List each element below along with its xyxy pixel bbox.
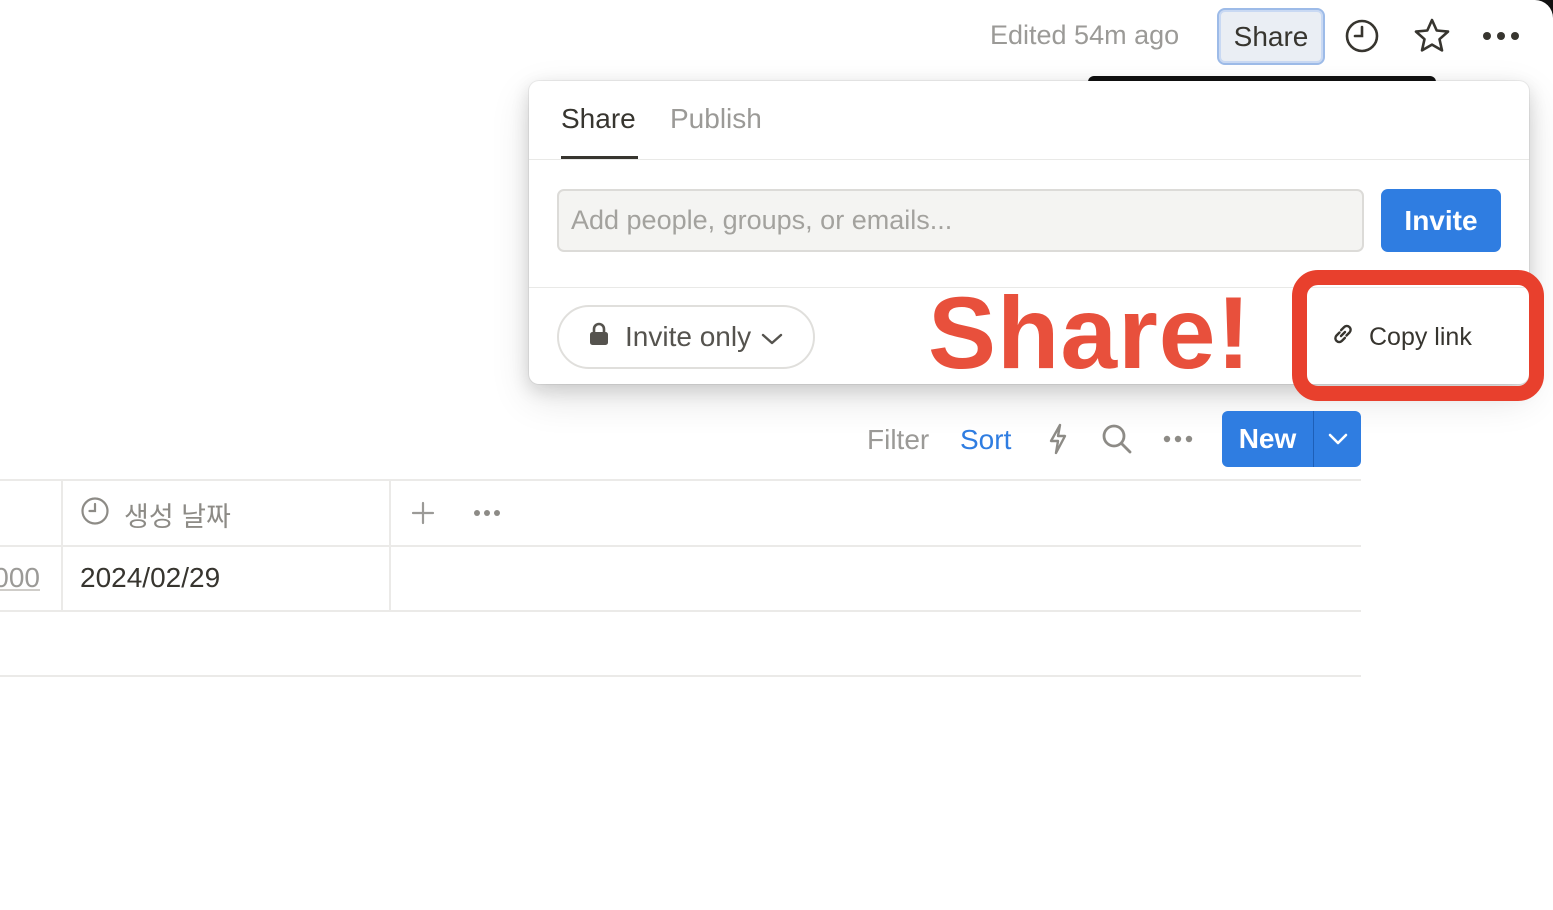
tab-publish[interactable]: Publish <box>670 103 762 135</box>
clock-icon <box>80 496 110 533</box>
tab-share[interactable]: Share <box>561 103 636 135</box>
new-button[interactable]: New <box>1222 411 1313 467</box>
table-row-border <box>0 675 1361 677</box>
filter-button[interactable]: Filter <box>867 424 929 456</box>
annotation-callout-text: Share! <box>928 276 1252 390</box>
table-cell-created-date[interactable]: 2024/02/29 <box>80 562 220 594</box>
chevron-down-icon[interactable] <box>1314 411 1361 467</box>
tabs-divider <box>529 159 1529 160</box>
invite-input[interactable] <box>557 189 1364 252</box>
new-button-group: New <box>1222 411 1361 467</box>
add-column-icon[interactable] <box>408 497 438 529</box>
access-level-label: Invite only <box>625 321 752 352</box>
share-button[interactable]: Share <box>1217 8 1325 65</box>
star-icon[interactable] <box>1413 17 1451 55</box>
search-icon[interactable] <box>1101 422 1133 456</box>
column-header-created-date[interactable]: 생성 날짜 <box>80 496 231 533</box>
lightning-icon[interactable] <box>1042 422 1074 456</box>
sort-button[interactable]: Sort <box>960 424 1011 456</box>
more-icon[interactable] <box>1482 17 1520 55</box>
column-header-label: 생성 날짜 <box>124 501 231 532</box>
history-icon[interactable] <box>1343 17 1381 55</box>
lock-icon <box>589 321 609 353</box>
column-divider <box>389 480 391 611</box>
table-header-border <box>0 545 1361 547</box>
annotation-highlight-box <box>1292 270 1544 401</box>
table-row-border <box>0 610 1361 612</box>
access-level-select[interactable]: Invite only <box>557 305 815 369</box>
more-icon[interactable] <box>472 503 502 523</box>
table-cell-partial[interactable]: 000 <box>0 562 40 594</box>
invite-button[interactable]: Invite <box>1381 189 1501 252</box>
edited-timestamp: Edited 54m ago <box>990 20 1180 50</box>
more-icon[interactable] <box>1162 422 1194 456</box>
table-top-border <box>0 479 1361 481</box>
topbar: Edited 54m ago Share <box>0 0 1553 76</box>
chevron-down-icon <box>761 321 783 353</box>
column-divider <box>61 480 63 611</box>
